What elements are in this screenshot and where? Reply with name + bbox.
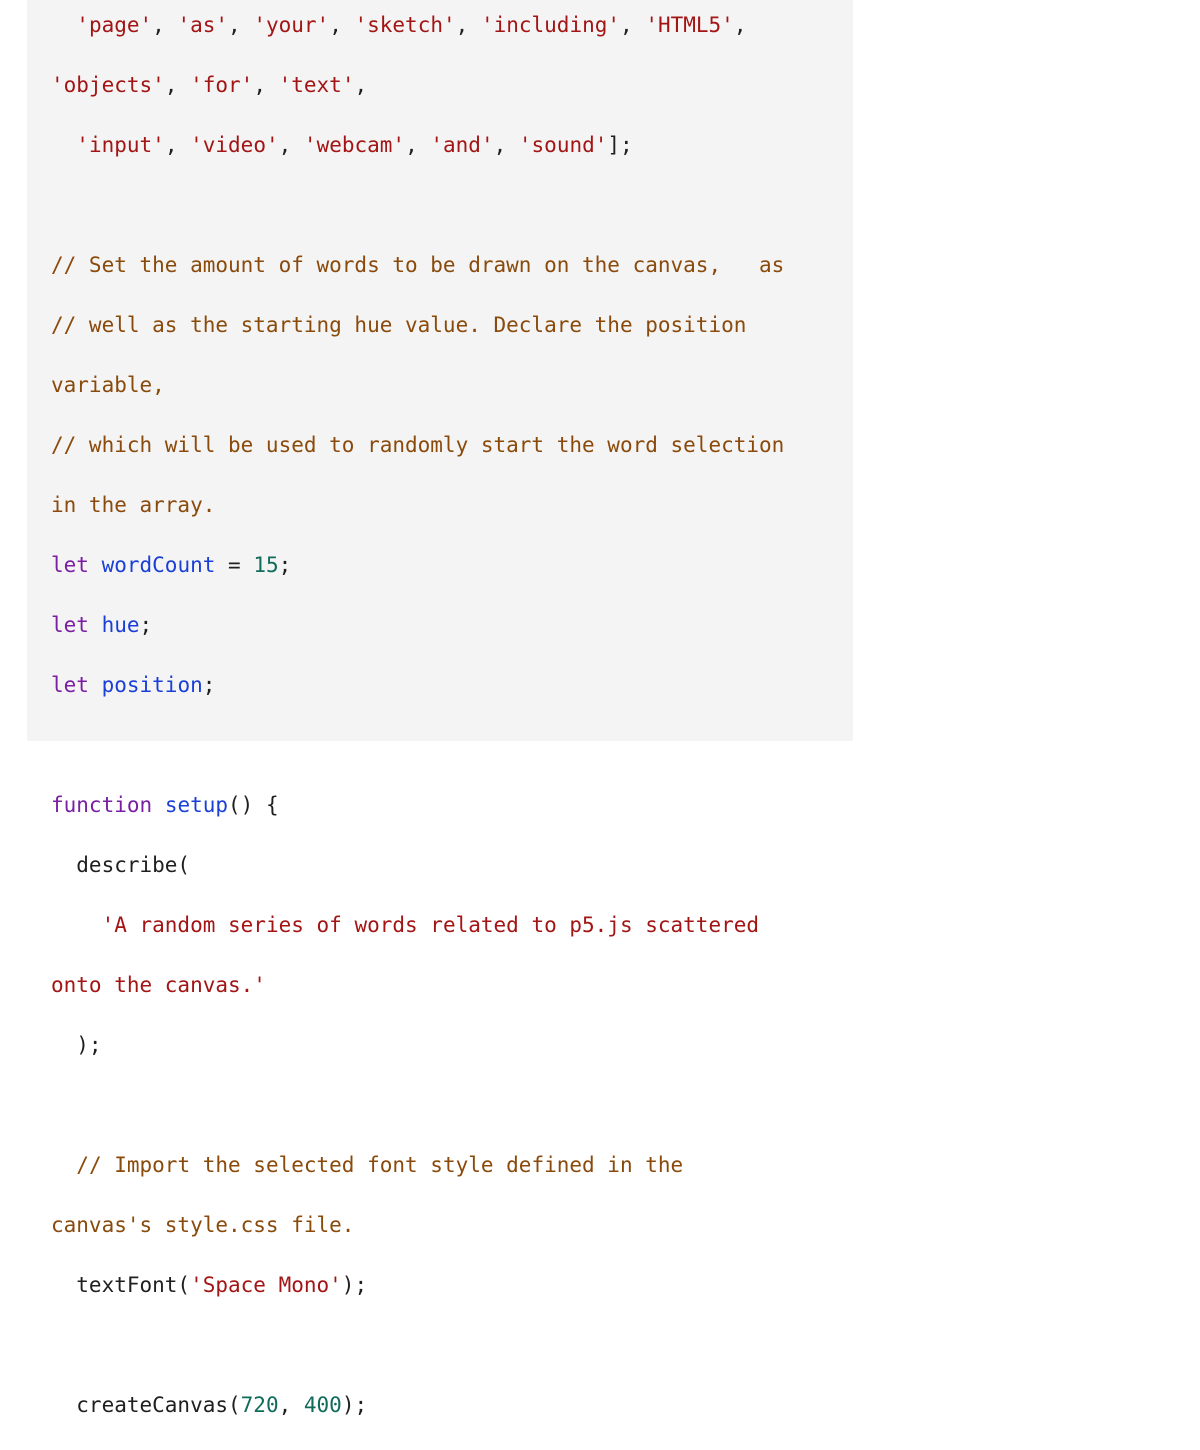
number-token: 400 <box>303 1393 342 1417</box>
string-token: 'video' <box>190 133 279 157</box>
variable-token: hue <box>101 613 140 637</box>
keyword-token: function <box>51 793 153 817</box>
string-token: 'webcam' <box>303 133 406 157</box>
string-token: 'objects' <box>51 73 165 97</box>
string-token: 'text' <box>278 73 355 97</box>
punct-token: , <box>253 73 279 97</box>
punct-token: , <box>354 73 368 97</box>
string-token: 'including' <box>480 13 621 37</box>
number-token: 720 <box>240 1393 279 1417</box>
function-name-token: setup <box>164 793 229 817</box>
string-token: 'HTML5' <box>645 13 734 37</box>
punct-token: , <box>152 13 178 37</box>
keyword-token: let <box>51 613 89 637</box>
call-token: createCanvas( <box>51 1393 241 1417</box>
code-line: textFont('Space Mono'); <box>51 1270 784 1300</box>
variable-token: wordCount <box>101 553 216 577</box>
comment-line: // Import the selected font style define… <box>51 1150 784 1180</box>
string-token: 'page' <box>76 13 153 37</box>
number-token: 15 <box>253 553 279 577</box>
string-token: 'your' <box>253 13 330 37</box>
punct-token: , <box>455 13 481 37</box>
code-block: 'page', 'as', 'your', 'sketch', 'includi… <box>27 0 853 1417</box>
punct-token: () { <box>228 793 279 817</box>
code-line: let hue; <box>51 610 784 640</box>
code-line: createCanvas(720, 400); <box>51 1390 784 1420</box>
comment-line: variable, <box>51 373 165 397</box>
punct-token: , <box>278 133 304 157</box>
variable-token: position <box>101 673 203 697</box>
string-line: onto the canvas.' <box>51 973 266 997</box>
code-line: function setup() { <box>51 790 784 820</box>
call-token: textFont( <box>51 1273 191 1297</box>
string-token: 'input' <box>76 133 165 157</box>
code-line: let wordCount = 15; <box>51 550 784 580</box>
comment-token: // Import the selected font style define… <box>76 1153 684 1177</box>
string-token: 'and' <box>430 133 494 157</box>
string-token: 'sketch' <box>354 13 456 37</box>
code-line: 'objects', 'for', 'text', <box>51 70 784 100</box>
comment-line: in the array. <box>51 493 216 517</box>
code-text: 'page', 'as', 'your', 'sketch', 'includi… <box>51 0 784 1450</box>
comment-line: // well as the starting hue value. Decla… <box>51 313 747 337</box>
comment-line: // Set the amount of words to be drawn o… <box>51 253 785 277</box>
punct-token: , <box>620 13 646 37</box>
comment-line: canvas's style.css file. <box>51 1213 355 1237</box>
punct-token: , <box>405 133 431 157</box>
punct-token: ; <box>202 673 216 697</box>
string-token: 'A random series of words related to p5.… <box>101 913 760 937</box>
punct-token: , <box>493 133 519 157</box>
punct-token: , <box>164 73 191 97</box>
punct-token: , <box>228 13 254 37</box>
code-line: let position; <box>51 670 784 700</box>
keyword-token: let <box>51 673 89 697</box>
string-token: 'for' <box>190 73 254 97</box>
punct-token: , <box>164 133 191 157</box>
punct-token: ]; <box>607 133 633 157</box>
code-line: 'input', 'video', 'webcam', 'and', 'soun… <box>51 130 784 160</box>
string-token: 'as' <box>177 13 229 37</box>
punct-token: , <box>733 13 747 37</box>
code-line: 'page', 'as', 'your', 'sketch', 'includi… <box>51 10 784 40</box>
punct-token: ); <box>341 1273 368 1297</box>
keyword-token: let <box>51 553 89 577</box>
punct-token: ; <box>278 553 292 577</box>
punct-token: ); <box>341 1393 368 1417</box>
string-token: 'sound' <box>518 133 608 157</box>
string-token: 'Space Mono' <box>190 1273 342 1297</box>
operator-token: = <box>215 553 254 577</box>
comment-line: // which will be used to randomly start … <box>51 433 785 457</box>
code-line: describe( <box>51 853 191 877</box>
punct-token: ; <box>139 613 153 637</box>
code-line: 'A random series of words related to p5.… <box>51 910 784 940</box>
code-line: ); <box>51 1033 102 1057</box>
punct-token: , <box>278 1393 304 1417</box>
punct-token: , <box>329 13 355 37</box>
